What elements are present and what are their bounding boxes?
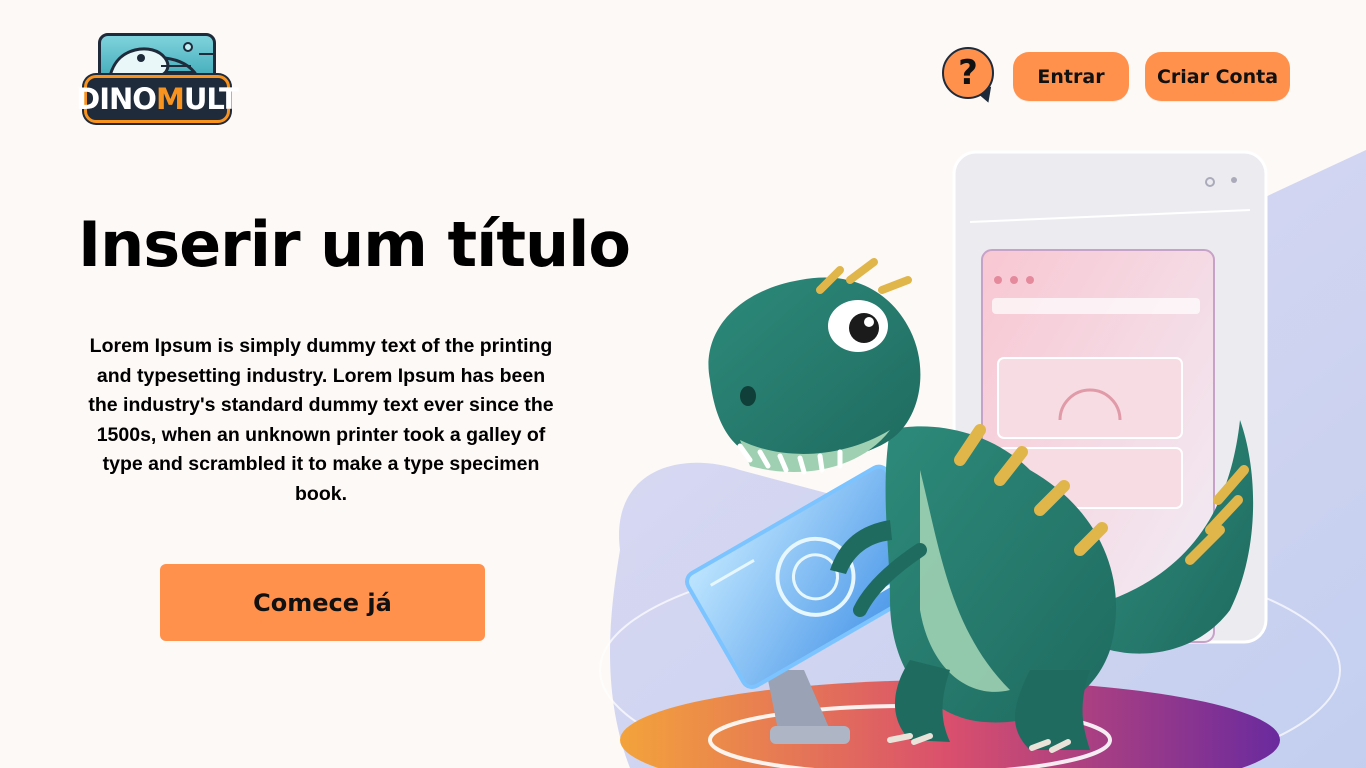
logo-wordmark: DINO M ULT (76, 75, 239, 123)
logo-text-prefix: DINO (76, 82, 157, 116)
get-started-button[interactable]: Comece já (160, 564, 485, 641)
logo-text-accent: M (155, 82, 185, 116)
hero-description: Lorem Ipsum is simply dummy text of the … (88, 335, 554, 505)
illustration-svg (599, 150, 1366, 768)
create-account-button[interactable]: Criar Conta (1145, 52, 1290, 101)
help-button[interactable]: ? (942, 47, 996, 106)
dinosaur-tablet-illustration (590, 130, 1366, 768)
help-glyph: ? (958, 53, 978, 93)
hero-title: Inserir um título (78, 208, 631, 281)
dinomult-logo[interactable]: DINO M ULT (76, 31, 239, 127)
logo-text-suffix: ULT (183, 82, 239, 116)
help-question-icon: ? (942, 47, 994, 99)
login-button[interactable]: Entrar (1013, 52, 1129, 101)
